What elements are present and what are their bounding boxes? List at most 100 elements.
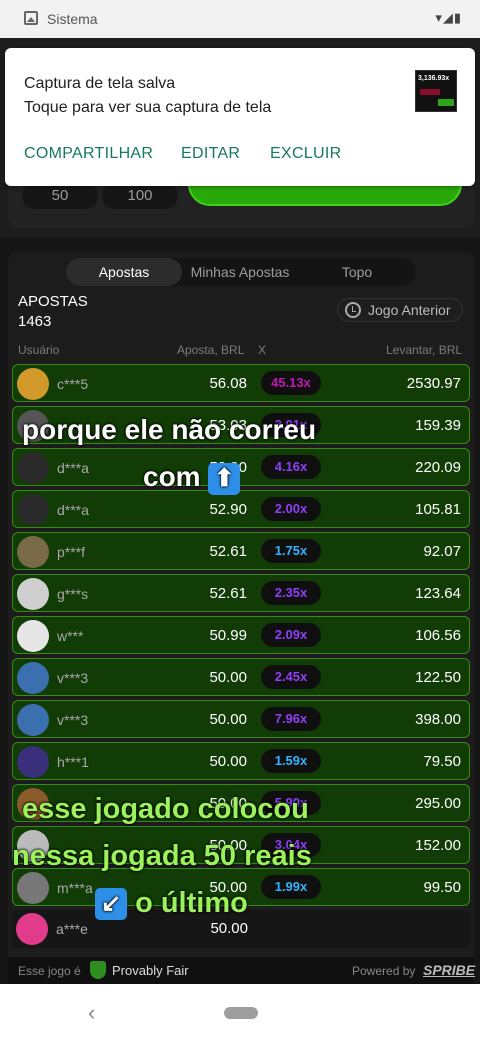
avatar — [17, 578, 49, 610]
row-multiplier: 4.16x — [261, 455, 321, 479]
caption-line-5: ↙ o último — [95, 887, 248, 921]
screenshot-thumbnail[interactable]: 3,136.93x — [415, 70, 457, 112]
caption-line-2-text: com — [143, 461, 201, 492]
arrow-down-left-emoji-icon: ↙ — [95, 888, 127, 921]
row-cashout: 106.56 — [415, 627, 461, 644]
caption-line-3: esse jogado colocou — [22, 793, 309, 825]
row-cashout: 220.09 — [415, 459, 461, 476]
history-icon — [345, 302, 361, 318]
avatar — [17, 746, 49, 778]
row-user: p***f — [57, 544, 86, 560]
shield-icon — [90, 961, 106, 979]
footer-label: Esse jogo é — [18, 964, 81, 978]
thumbnail-green-block — [438, 99, 454, 106]
row-cashout: 2530.97 — [406, 375, 461, 392]
home-pill[interactable] — [224, 1007, 258, 1019]
edit-button[interactable]: EDITAR — [181, 145, 240, 163]
table-row: d***a 52.90 2.00x 105.81 — [12, 490, 470, 528]
avatar — [17, 368, 49, 400]
header-cashout: Levantar, BRL — [386, 343, 463, 357]
row-user: d***a — [57, 460, 89, 476]
row-user: g***s — [57, 586, 89, 602]
caption-line-1: porque ele não correu — [22, 414, 317, 445]
avatar — [17, 536, 49, 568]
caption-line-5-text: o último — [135, 887, 248, 919]
previous-game-button[interactable]: Jogo Anterior — [337, 298, 463, 322]
signal-battery-icons: ▾◢▮ — [435, 10, 462, 25]
row-multiplier: 45.13x — [261, 371, 321, 395]
previous-game-label: Jogo Anterior — [368, 302, 451, 318]
bet-chip-50[interactable]: 50 — [22, 183, 98, 209]
header-bet: Aposta, BRL — [177, 343, 245, 357]
row-bet: 52.61 — [209, 543, 247, 560]
bets-count: 1463 — [18, 313, 52, 330]
caption-line-2: com ⬆ — [143, 461, 241, 495]
avatar — [16, 913, 48, 945]
gallery-icon — [24, 11, 38, 25]
row-bet: 52.61 — [209, 585, 247, 602]
row-user: c***5 — [57, 376, 89, 392]
row-cashout: 105.81 — [415, 501, 461, 518]
table-row: d***a52.904.16x220.09 — [12, 448, 470, 486]
back-icon[interactable]: ‹ — [88, 1000, 95, 1026]
powered-by-label: Powered by — [352, 964, 416, 978]
row-cashout: 398.00 — [415, 711, 461, 728]
row-cashout: 92.07 — [423, 543, 461, 560]
avatar — [17, 494, 49, 526]
bets-title: APOSTAS — [18, 293, 88, 310]
table-row: v***3 50.00 7.96x 398.00 — [12, 700, 470, 738]
row-user: w*** — [57, 628, 84, 644]
arrow-up-emoji-icon: ⬆ — [208, 462, 241, 495]
row-bet: 50.00 — [209, 711, 247, 728]
row-multiplier: 1.59x — [261, 749, 321, 773]
row-bet: 52.90 — [209, 501, 247, 518]
thumbnail-red-block — [420, 89, 440, 95]
row-multiplier: 1.99x — [261, 875, 321, 899]
screenshot-notification[interactable]: Captura de tela salva Toque para ver sua… — [5, 48, 475, 186]
header-user: Usuário — [18, 343, 60, 357]
provably-fair-link[interactable]: Provably Fair — [112, 963, 189, 978]
table-row: g***s 52.61 2.35x 123.64 — [12, 574, 470, 612]
row-cashout: 159.39 — [415, 417, 461, 434]
row-user: v***3 — [57, 670, 89, 686]
tab-minhas-apostas[interactable]: Minhas Apostas — [182, 258, 298, 286]
tab-topo[interactable]: Topo — [298, 258, 416, 286]
row-bet: 50.00 — [210, 920, 248, 937]
row-cashout: 79.50 — [423, 753, 461, 770]
avatar — [17, 662, 49, 694]
row-multiplier: 7.96x — [261, 707, 321, 731]
bet-chip-100[interactable]: 100 — [102, 183, 178, 209]
delete-button[interactable]: EXCLUIR — [270, 145, 341, 163]
avatar — [17, 620, 49, 652]
row-user: a***e — [56, 921, 88, 937]
row-multiplier: 2.00x — [261, 497, 321, 521]
row-multiplier: 1.75x — [261, 539, 321, 563]
row-cashout: 295.00 — [415, 795, 461, 812]
row-user: v***3 — [57, 712, 89, 728]
table-row: p***f 52.61 1.75x 92.07 — [12, 532, 470, 570]
row-multiplier: 2.45x — [261, 665, 321, 689]
notification-title: Captura de tela salva — [24, 75, 176, 92]
header-multiplier: X — [258, 343, 267, 357]
thumbnail-value: 3,136.93x — [418, 75, 450, 82]
tab-apostas[interactable]: Apostas — [66, 258, 182, 286]
row-bet: 50.00 — [209, 669, 247, 686]
row-cashout: 122.50 — [415, 669, 461, 686]
row-user: d***a — [57, 502, 89, 518]
share-button[interactable]: COMPARTILHAR — [24, 145, 153, 163]
row-cashout: 152.00 — [415, 837, 461, 854]
table-row: c***5 56.08 45.13x 2530.97 — [12, 364, 470, 402]
avatar — [17, 872, 49, 904]
avatar — [17, 452, 49, 484]
row-multiplier: 2.35x — [261, 581, 321, 605]
row-cashout: 123.64 — [415, 585, 461, 602]
status-app-name: Sistema — [47, 11, 98, 27]
row-bet: 56.08 — [209, 375, 247, 392]
row-user: h***1 — [57, 754, 89, 770]
table-row: w*** 50.99 2.09x 106.56 — [12, 616, 470, 654]
row-multiplier: 2.09x — [261, 623, 321, 647]
caption-line-4: nessa jogada 50 reais — [12, 840, 312, 872]
spribe-logo[interactable]: SPRIBE — [423, 962, 475, 978]
row-cashout: 99.50 — [423, 879, 461, 896]
table-row: h***1 50.00 1.59x 79.50 — [12, 742, 470, 780]
